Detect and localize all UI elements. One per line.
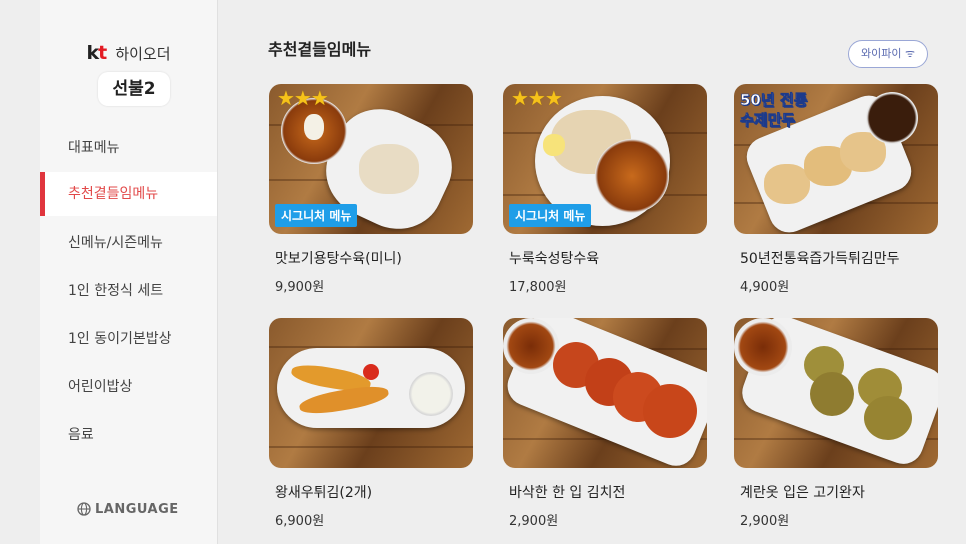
section-title: 추천곁들임메뉴 [268,40,372,59]
signature-badge: 시그니처 메뉴 [275,204,358,227]
menu-price: 2,900원 [740,514,790,529]
menu-name: 누룩숙성탕수육 [509,251,600,267]
rating-stars: ★★★ [511,86,563,110]
menu-photo: ★★★ 시그니처 메뉴 [503,84,707,234]
menu-price: 2,900원 [509,514,559,529]
category-item[interactable]: 대표메뉴 [40,126,217,170]
menu-photo [503,318,707,468]
kiosk-screen: kt 하이오더 선불2 대표메뉴 추천곁들임메뉴 신메뉴/시즌메뉴 1인 한정식… [0,0,966,544]
category-item[interactable]: 1인 한정식 세트 [40,269,217,313]
wifi-button[interactable]: 와이파이 ᯤ [848,40,928,68]
language-label: LANGUAGE [95,502,179,517]
signature-badge: 시그니처 메뉴 [509,204,592,227]
category-item[interactable]: 어린이밥상 [40,365,217,409]
category-item[interactable]: 신메뉴/시즌메뉴 [40,221,217,265]
menu-name: 맛보기용탕수육(미니) [275,251,402,267]
brand-logo: kt 하이오더 [40,42,217,64]
brand-name: 하이오더 [115,45,171,63]
menu-name: 바삭한 한 입 김치전 [509,485,626,501]
menu-photo [734,318,938,468]
menu-name: 계란옷 입은 고기완자 [740,485,865,501]
menu-price: 17,800원 [509,280,567,295]
menu-photo: ★★★ 시그니처 메뉴 [269,84,473,234]
category-sidebar: kt 하이오더 선불2 대표메뉴 추천곁들임메뉴 신메뉴/시즌메뉴 1인 한정식… [40,0,218,544]
category-item[interactable]: 1인 동이기본밥상 [40,317,217,361]
kt-logo: kt [86,42,107,64]
menu-photo: 50년 전통 수제만두 [734,84,938,234]
category-item[interactable]: 음료 [40,413,217,457]
menu-price: 9,900원 [275,280,325,295]
globe-icon [77,502,91,516]
menu-price: 6,900원 [275,514,325,529]
language-button[interactable]: LANGUAGE [77,502,179,517]
menu-name: 왕새우튀김(2개) [275,485,373,501]
rating-stars: ★★★ [277,86,329,110]
menu-price: 4,900원 [740,280,790,295]
promo-text: 50년 전통 수제만두 [740,91,808,130]
menu-name: 50년전통육즙가득튀김만두 [740,251,900,267]
category-item-active[interactable]: 추천곁들임메뉴 [40,172,217,216]
store-label: 선불2 [98,72,170,106]
menu-photo [269,318,473,468]
